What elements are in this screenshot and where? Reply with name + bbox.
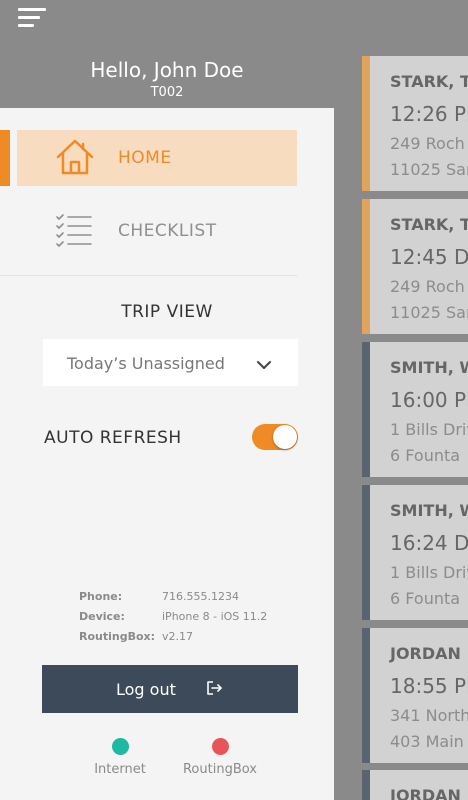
- trip-status-bar: [362, 199, 370, 334]
- logout-button[interactable]: Log out: [42, 665, 298, 713]
- hamburger-menu-icon[interactable]: [18, 8, 46, 28]
- trip-status-bar: [362, 770, 370, 800]
- divider: [0, 275, 297, 276]
- trip-name: JORDAN: [390, 786, 461, 800]
- status-label: Internet: [94, 762, 146, 777]
- checklist-icon: [55, 213, 93, 253]
- trip-time: 12:26 PIC: [390, 102, 468, 126]
- info-label: RoutingBox:: [79, 630, 156, 643]
- logout-icon: [206, 680, 224, 700]
- info-label: Device:: [79, 610, 125, 623]
- trip-address-from: 249 Roch: [390, 277, 465, 296]
- trip-name: STARK, T: [390, 215, 468, 234]
- toggle-knob: [273, 425, 297, 449]
- trip-time: 12:45 DR: [390, 245, 468, 269]
- trip-status-bar: [362, 56, 370, 191]
- user-greeting: Hello, John Doe: [90, 58, 244, 82]
- trip-address-to: 11025 San: [390, 160, 468, 179]
- trip-card[interactable]: SMITH, W 16:00 PIC 1 Bills Driv 6 Founta: [362, 342, 468, 477]
- trip-name: SMITH, W: [390, 358, 468, 377]
- chevron-down-icon: [256, 356, 272, 375]
- status-dot: [211, 738, 229, 755]
- trip-status-bar: [362, 485, 370, 620]
- active-nav-marker: [0, 130, 10, 186]
- logout-label: Log out: [116, 680, 176, 699]
- trip-name: JORDAN: [390, 644, 461, 663]
- auto-refresh-toggle[interactable]: [252, 424, 298, 450]
- trip-time: 16:00 PIC: [390, 388, 468, 412]
- trip-name: STARK, T: [390, 72, 468, 91]
- status-dot: [111, 738, 129, 755]
- trip-card[interactable]: SMITH, W 16:24 DR 1 Bills Driv 6 Founta: [362, 485, 468, 620]
- nav-item-checklist[interactable]: CHECKLIST: [17, 203, 297, 259]
- trip-card[interactable]: JORDAN: [362, 770, 468, 800]
- status-label: RoutingBox: [182, 762, 257, 777]
- trip-address-to: 6 Founta: [390, 446, 461, 465]
- info-value: v2.17: [162, 630, 194, 643]
- trip-address-to: 6 Founta: [390, 589, 461, 608]
- trip-card[interactable]: STARK, T 12:45 DR 249 Roch 11025 San: [362, 199, 468, 334]
- trip-card[interactable]: JORDAN 18:55 PIC 341 North 403 Main: [362, 628, 468, 763]
- trip-address-from: 1 Bills Driv: [390, 420, 468, 439]
- internet-status: Internet: [85, 738, 155, 777]
- auto-refresh-label: AUTO REFRESH: [44, 428, 182, 448]
- trip-address-to: 403 Main: [390, 732, 464, 751]
- trip-status-bar: [362, 342, 370, 477]
- trip-view-selected-value: Today’s Unassigned: [67, 354, 225, 373]
- routingbox-status: RoutingBox: [176, 738, 264, 777]
- trip-time: 18:55 PIC: [390, 674, 468, 698]
- trip-view-label: TRIP VIEW: [121, 302, 213, 322]
- trip-name: SMITH, W: [390, 501, 468, 520]
- trip-card[interactable]: STARK, T 12:26 PIC 249 Roch 11025 San: [362, 56, 468, 191]
- home-icon: [55, 138, 95, 180]
- trip-address-from: 1 Bills Driv: [390, 563, 468, 582]
- trip-address-from: 341 North: [390, 706, 468, 725]
- side-drawer: HOME CHECKLIST TRIP VIEW Today’s Unassig…: [0, 108, 334, 800]
- user-code: T002: [150, 85, 184, 100]
- info-value: 716.555.1234: [162, 590, 239, 603]
- nav-checklist-label: CHECKLIST: [118, 221, 217, 241]
- trip-address-from: 249 Roch: [390, 134, 465, 153]
- trip-status-bar: [362, 628, 370, 763]
- nav-item-home[interactable]: HOME: [17, 130, 297, 186]
- info-label: Phone:: [79, 590, 123, 603]
- trip-view-select[interactable]: Today’s Unassigned: [43, 339, 298, 386]
- trip-address-to: 11025 San: [390, 303, 468, 322]
- nav-home-label: HOME: [118, 148, 172, 168]
- trip-time: 16:24 DR: [390, 531, 468, 555]
- info-value: iPhone 8 - iOS 11.2: [162, 610, 268, 623]
